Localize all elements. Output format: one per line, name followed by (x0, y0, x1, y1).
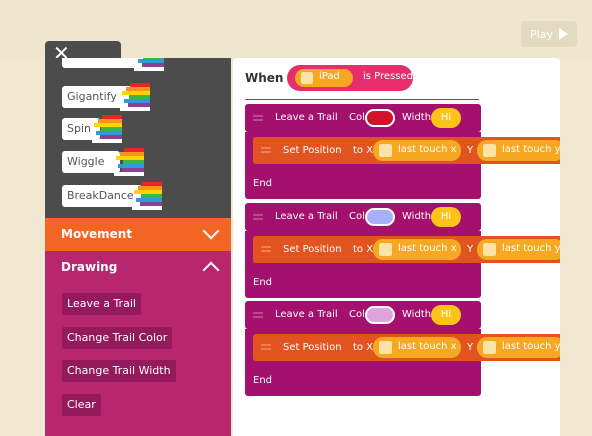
palette-block-change-trail-width[interactable]: Change Trail Width (62, 360, 176, 382)
width-label: Width (402, 309, 432, 320)
variable-icon (483, 243, 496, 256)
drag-handle-icon[interactable] (261, 246, 271, 248)
drag-handle-icon[interactable] (253, 115, 263, 117)
end-label: End (253, 178, 273, 189)
trail-label: Leave a Trail (275, 112, 338, 123)
y-value-pill[interactable]: last touch y (477, 140, 560, 161)
trigger-event-label: is Pressed (363, 71, 413, 82)
width-value-pill[interactable]: Hi (431, 207, 461, 227)
palette-item-label: Wiggle (67, 155, 105, 168)
trigger-object-pill[interactable]: iPad (295, 69, 353, 87)
trail-body: Set Position to X last touch x Y last to… (245, 132, 560, 169)
rainbow-icon (134, 58, 164, 71)
variable-icon (379, 243, 392, 256)
palette-item-label: Gigantify (67, 90, 117, 103)
play-button-label: Play (530, 27, 553, 41)
end-label: End (253, 277, 273, 288)
drag-handle-icon[interactable] (253, 312, 263, 314)
when-trigger-block[interactable]: iPad is Pressed (287, 65, 413, 91)
y-label: Y (467, 244, 474, 255)
rainbow-icon (132, 182, 162, 210)
y-value-label: last touch y (502, 341, 560, 352)
section-movement-title: Movement (61, 227, 133, 241)
y-value-pill[interactable]: last touch y (477, 239, 560, 260)
end-block: End (245, 268, 481, 298)
rainbow-icon (114, 148, 144, 176)
y-value-pill[interactable]: last touch y (477, 337, 560, 358)
block-palette: Gigantify Spin Wiggle BreakDance Movemen… (45, 58, 231, 436)
trail-body: Set Position to X last touch x Y last to… (245, 231, 560, 268)
set-position-label: Set Position (283, 244, 342, 255)
x-value-pill[interactable]: last touch x (373, 239, 461, 260)
x-value-pill[interactable]: last touch x (373, 140, 461, 161)
set-position-block[interactable]: Set Position to X last touch x Y last to… (253, 137, 560, 164)
palette-item-wiggle[interactable]: Wiggle (62, 148, 144, 176)
end-block: End (245, 366, 481, 396)
variable-icon (483, 341, 496, 354)
palette-item-breakdance[interactable]: BreakDance (62, 182, 162, 210)
palette-block-leave-a-trail[interactable]: Leave a Trail (62, 293, 141, 315)
variable-icon (379, 144, 392, 157)
palette-item-label: Spin (67, 122, 91, 135)
palette-item-gigantify[interactable]: Gigantify (62, 83, 150, 111)
width-value-pill[interactable]: Hi (431, 108, 461, 128)
section-drawing: Drawing Leave a Trail Change Trail Color… (45, 251, 231, 436)
trail-body: Set Position to X last touch x Y last to… (245, 329, 560, 366)
when-label: When (245, 71, 284, 85)
leave-a-trail-block[interactable]: Leave a Trail Color Width Hi (245, 104, 481, 132)
trail-color-swatch[interactable] (365, 109, 395, 127)
width-label: Width (402, 112, 432, 123)
x-value-label: last touch x (398, 341, 457, 352)
trail-label: Leave a Trail (275, 211, 338, 222)
width-value-pill[interactable]: Hi (431, 305, 461, 325)
chevron-up-icon[interactable] (202, 261, 220, 279)
palette-item-spin[interactable]: Spin (62, 115, 122, 143)
end-block: End (245, 169, 481, 199)
section-movement[interactable]: Movement (45, 218, 231, 251)
y-value-label: last touch y (502, 243, 560, 254)
trail-color-swatch[interactable] (365, 208, 395, 226)
x-value-label: last touch x (398, 243, 457, 254)
section-drawing-title[interactable]: Drawing (61, 260, 117, 274)
trail-color-swatch[interactable] (365, 306, 395, 324)
rainbow-icon (120, 83, 150, 111)
to-x-label: to X (353, 244, 374, 255)
leave-a-trail-block[interactable]: Leave a Trail Color Width Hi (245, 301, 481, 329)
leave-a-trail-block[interactable]: Leave a Trail Color Width Hi (245, 203, 481, 231)
set-position-block[interactable]: Set Position to X last touch x Y last to… (253, 236, 560, 263)
script-area: When iPad is Pressed Leave a Trail Color… (233, 58, 560, 436)
y-value-label: last touch y (502, 144, 560, 155)
chevron-down-icon[interactable] (202, 222, 220, 240)
set-position-label: Set Position (283, 145, 342, 156)
palette-item-partial[interactable] (62, 58, 164, 71)
drag-handle-icon[interactable] (253, 214, 263, 216)
palette-block-clear[interactable]: Clear (62, 394, 101, 416)
end-label: End (253, 375, 273, 386)
play-button[interactable]: Play (521, 21, 577, 47)
object-thumbnail-icon (301, 72, 313, 84)
set-position-label: Set Position (283, 342, 342, 353)
drag-handle-icon[interactable] (261, 344, 271, 346)
y-label: Y (467, 145, 474, 156)
trigger-object-label: iPad (319, 71, 340, 82)
play-icon (558, 28, 568, 40)
to-x-label: to X (353, 145, 374, 156)
trail-label: Leave a Trail (275, 309, 338, 320)
set-position-block[interactable]: Set Position to X last touch x Y last to… (253, 334, 560, 361)
x-value-pill[interactable]: last touch x (373, 337, 461, 358)
y-label: Y (467, 342, 474, 353)
to-x-label: to X (353, 342, 374, 353)
palette-item-label: BreakDance (67, 189, 134, 202)
x-value-label: last touch x (398, 144, 457, 155)
palette-block-change-trail-color[interactable]: Change Trail Color (62, 327, 173, 349)
width-label: Width (402, 211, 432, 222)
variable-icon (483, 144, 496, 157)
rainbow-icon (92, 115, 122, 143)
drag-handle-icon[interactable] (261, 147, 271, 149)
variable-icon (379, 341, 392, 354)
when-divider (245, 99, 479, 100)
